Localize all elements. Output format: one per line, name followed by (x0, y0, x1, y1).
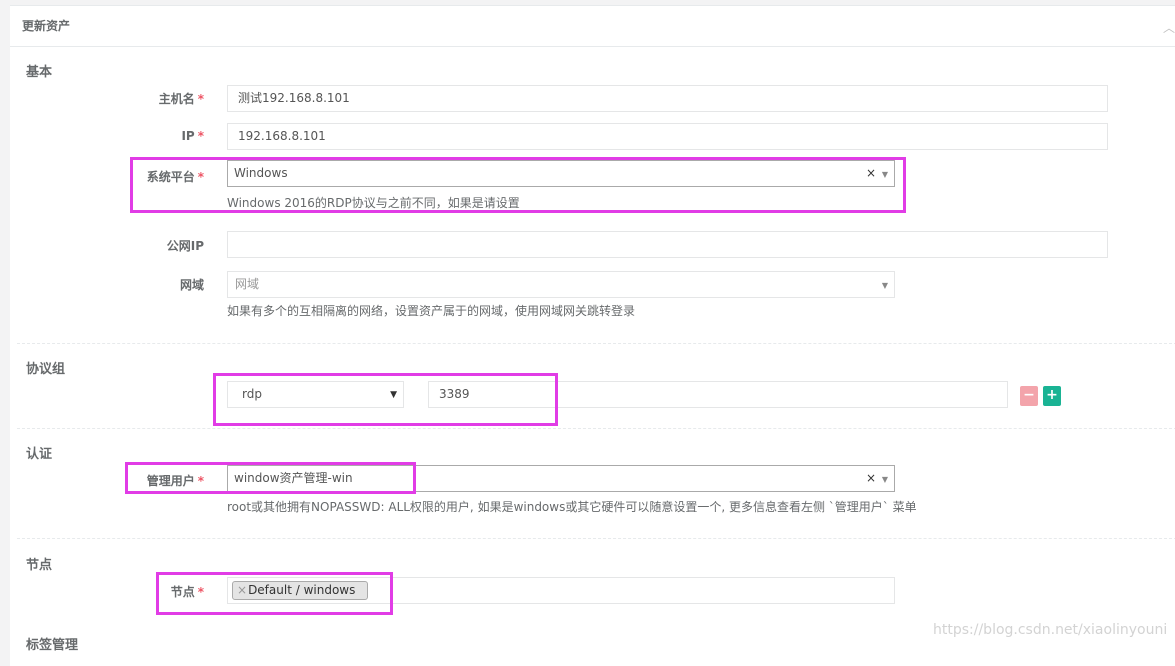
highlight-box-protocol (213, 373, 558, 426)
public-ip-label: 公网IP (166, 239, 204, 253)
highlight-box-nodes (156, 572, 393, 615)
clear-icon[interactable]: × (866, 466, 876, 491)
domain-label: 网域 (179, 278, 204, 292)
panel-title: 更新资产 (22, 19, 71, 33)
section-divider (17, 538, 1175, 539)
ip-input[interactable]: 192.168.8.101 (227, 123, 1108, 150)
admin-user-help-text: root或其他拥有NOPASSWD: ALL权限的用户, 如果是windows或… (227, 500, 917, 514)
hostname-input[interactable]: 测试192.168.8.101 (227, 85, 1108, 112)
chevron-down-icon[interactable]: ▼ (882, 467, 888, 491)
domain-help-text: 如果有多个的互相隔离的网络，设置资产属于的网域，使用网域网关跳转登录 (227, 304, 636, 318)
add-protocol-button[interactable]: + (1043, 386, 1061, 406)
section-title-nodes: 节点 (26, 558, 53, 573)
watermark: https://blog.csdn.net/xiaolinyouni (933, 622, 1168, 638)
domain-placeholder: 网域 (235, 277, 260, 291)
remove-protocol-button[interactable]: − (1020, 386, 1038, 406)
required-mark: * (197, 129, 204, 143)
section-divider (17, 428, 1175, 429)
section-title-labels: 标签管理 (26, 638, 79, 653)
chevron-down-icon[interactable]: ▼ (882, 273, 888, 297)
public-ip-input[interactable] (227, 231, 1108, 258)
domain-select[interactable]: 网域 ▼ (227, 271, 895, 298)
hostname-label: 主机名 * (158, 92, 204, 106)
highlight-box-platform (130, 157, 906, 213)
section-title-basic: 基本 (26, 65, 53, 80)
required-mark: * (197, 92, 204, 106)
ip-label: IP * (181, 129, 204, 143)
section-divider (17, 343, 1175, 344)
panel-header: 更新资产 ︿ (10, 6, 1175, 47)
section-title-protocols: 协议组 (26, 362, 66, 377)
section-title-auth: 认证 (26, 447, 53, 462)
highlight-box-admin-user (125, 462, 416, 494)
collapse-icon[interactable]: ︿ (1163, 19, 1175, 36)
